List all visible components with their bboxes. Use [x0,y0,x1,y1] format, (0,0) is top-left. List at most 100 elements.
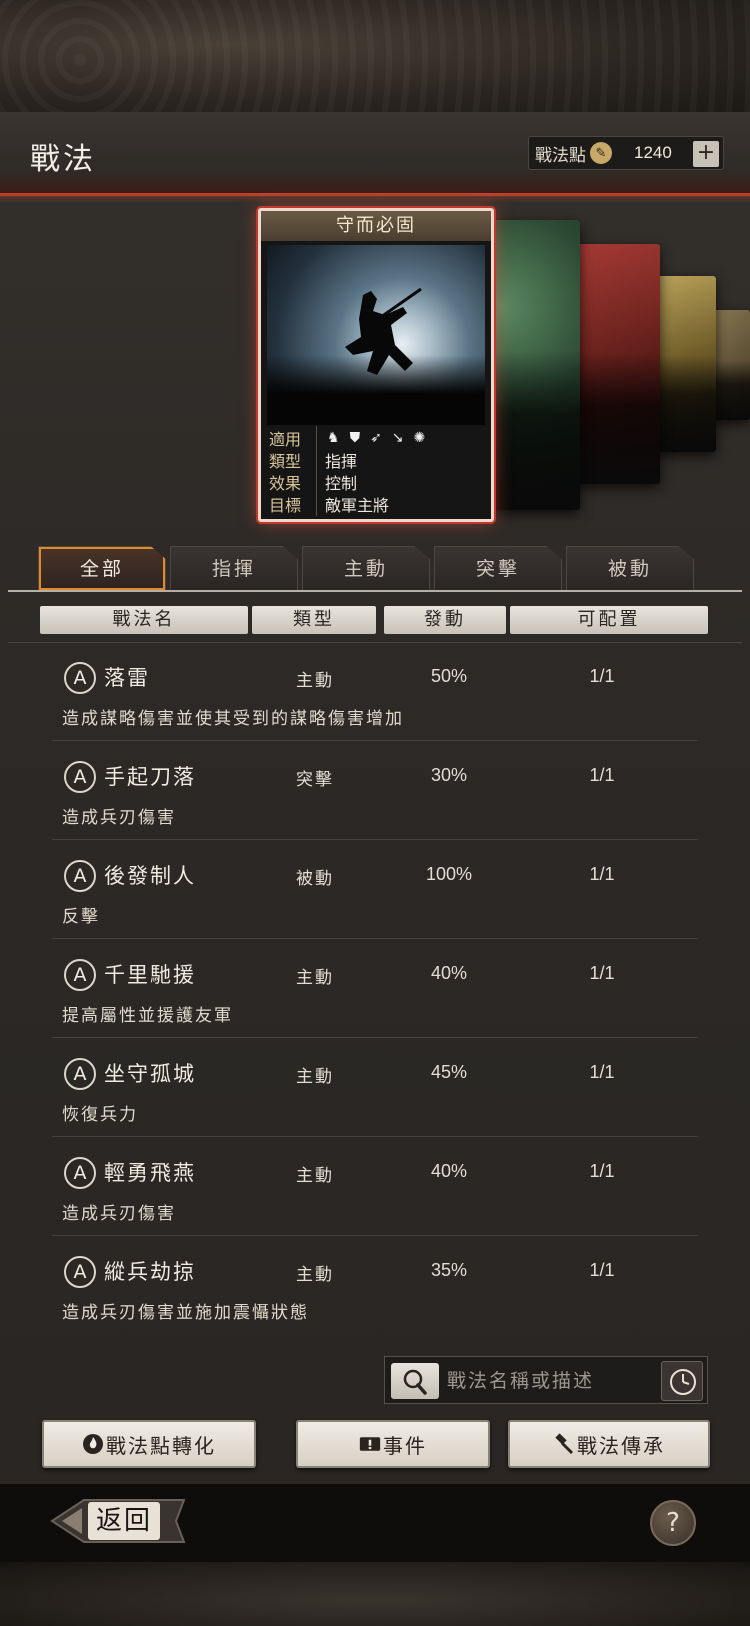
column-header-available[interactable]: 可配置 [510,606,708,634]
tactic-available: 1/1 [589,1062,615,1082]
tactic-row[interactable]: A 落雷 主動 50% 1/1 造成謀略傷害並使其受到的謀略傷害增加 [0,642,750,741]
tactic-points-display: 戰法點 ✎ 1240 + [528,136,724,170]
tactic-name: 落雷 [104,666,150,690]
events-label: 事件 [383,1433,427,1458]
tactic-rate: 40% [430,963,468,983]
tactic-available: 1/1 [589,1161,615,1181]
grade-badge: A [64,959,96,991]
grade-badge: A [64,1157,96,1189]
tactic-description: 提高屬性並援護友軍 [62,1006,233,1026]
flame-icon [82,1433,104,1455]
page-title: 戰法 [30,142,96,177]
column-header-name[interactable]: 戰法名 [40,606,248,634]
card-artwork [267,245,485,425]
tactic-row[interactable]: A 縱兵劫掠 主動 35% 1/1 造成兵刃傷害並施加震懾狀態 [0,1236,750,1335]
tactic-row[interactable]: A 千里馳援 主動 40% 1/1 提高屬性並援護友軍 [0,939,750,1038]
stat-value: 指揮 [325,452,358,471]
tactic-name: 手起刀落 [104,765,196,789]
points-coin-icon: ✎ [590,142,612,164]
card-art-silhouette [710,359,750,420]
tab-command[interactable]: 指揮 [170,546,298,590]
top-decorative-background [0,0,750,112]
tab-passive[interactable]: 被動 [566,546,694,590]
stat-key: 類型 [267,448,317,472]
grade-badge: A [64,1256,96,1288]
cavalry-icon: ♞ [327,430,340,446]
tactic-rate: 35% [430,1260,468,1280]
tab-all[interactable]: 全部 [38,546,166,590]
bottom-decorative-background [0,1562,750,1626]
selected-tactic-card[interactable]: 守而必固 適用 ♞ ⛊ ➶ ↘ ✺ 類型 指揮 效果 控制 目標 敵軍主將 [258,208,494,522]
tactic-type: 被動 [296,869,334,889]
tactic-type: 主動 [296,671,334,691]
tactic-card-back-1[interactable] [480,220,580,510]
tab-assault[interactable]: 突擊 [434,546,562,590]
help-button[interactable]: ? [650,1500,696,1546]
tactic-row[interactable]: A 手起刀落 突擊 30% 1/1 造成兵刃傷害 [0,741,750,840]
search-input[interactable] [447,1363,647,1399]
tactic-type: 主動 [296,1067,334,1087]
tactic-type: 突擊 [296,770,334,790]
tactic-card-back-2[interactable] [574,244,660,484]
convert-points-button[interactable]: 戰法點轉化 [42,1420,256,1468]
back-label: 返回 [88,1502,161,1540]
tactic-name: 輕勇飛燕 [104,1161,196,1185]
tactic-row[interactable]: A 後發制人 被動 100% 1/1 反擊 [0,840,750,939]
tactic-rate: 40% [430,1161,468,1181]
filter-tabs: 全部 指揮 主動 突擊 被動 [38,546,698,590]
search-button[interactable] [391,1363,439,1399]
stat-key: 適用 [267,426,317,450]
tactic-row[interactable]: A 輕勇飛燕 主動 40% 1/1 造成兵刃傷害 [0,1137,750,1236]
tactic-available: 1/1 [589,765,615,785]
tactic-card-back-3[interactable] [654,276,716,452]
tactic-available: 1/1 [589,1260,615,1280]
tactic-card-back-4[interactable] [710,310,750,420]
events-button[interactable]: 事件 [296,1420,490,1468]
clock-icon [670,1369,696,1395]
convert-points-label: 戰法點轉化 [106,1433,216,1458]
tactic-description: 造成謀略傷害並使其受到的謀略傷害增加 [62,709,404,729]
grade-badge: A [64,662,96,694]
troop-type-icons: ♞ ⛊ ➶ ↘ ✺ [317,430,425,446]
tactic-name: 後發制人 [104,864,196,888]
stat-key: 目標 [267,492,317,516]
stat-value: 敵軍主將 [325,496,390,515]
header-bar: 戰法 戰法點 ✎ 1240 + [0,112,750,203]
spear-icon: ↘ [391,430,404,446]
points-label: 戰法點 [535,145,586,166]
tactic-name: 縱兵劫掠 [104,1260,196,1284]
points-value: 1240 [634,143,672,162]
bow-icon: ➶ [370,430,382,446]
tactic-description: 恢復兵力 [62,1105,138,1125]
grade-badge: A [64,761,96,793]
inherit-tactic-label: 戰法傳承 [577,1433,665,1458]
back-button[interactable]: 返回 [48,1496,188,1546]
tactic-row[interactable]: A 坐守孤城 主動 45% 1/1 恢復兵力 [0,1038,750,1137]
tactic-type: 主動 [296,968,334,988]
card-art-silhouette [574,352,660,484]
column-header-rate[interactable]: 發動 [384,606,506,634]
tactic-available: 1/1 [589,864,615,884]
grade-badge: A [64,1058,96,1090]
card-stats: 適用 ♞ ⛊ ➶ ↘ ✺ 類型 指揮 效果 控制 目標 敵軍主將 [267,426,485,516]
wheel-icon: ✺ [413,430,426,446]
history-button[interactable] [661,1361,703,1401]
tactic-available: 1/1 [589,963,615,983]
add-points-button[interactable]: + [693,141,719,167]
tactic-rate: 45% [430,1062,468,1082]
tactic-description: 反擊 [62,907,100,927]
tab-active[interactable]: 主動 [302,546,430,590]
stat-value: 控制 [325,474,358,493]
stat-row-effect: 效果 控制 [267,470,485,494]
tactic-description: 造成兵刃傷害 [62,1204,176,1224]
stat-row-applicable: 適用 ♞ ⛊ ➶ ↘ ✺ [267,426,485,450]
column-header-type[interactable]: 類型 [252,606,376,634]
card-art-ground [267,355,485,425]
grade-badge: A [64,860,96,892]
search-icon [403,1369,427,1395]
inherit-tactic-button[interactable]: 戰法傳承 [508,1420,710,1468]
hammer-icon [553,1433,575,1455]
stat-key: 效果 [267,470,317,494]
tactic-name: 坐守孤城 [104,1062,196,1086]
tactic-rate: 100% [425,864,473,884]
